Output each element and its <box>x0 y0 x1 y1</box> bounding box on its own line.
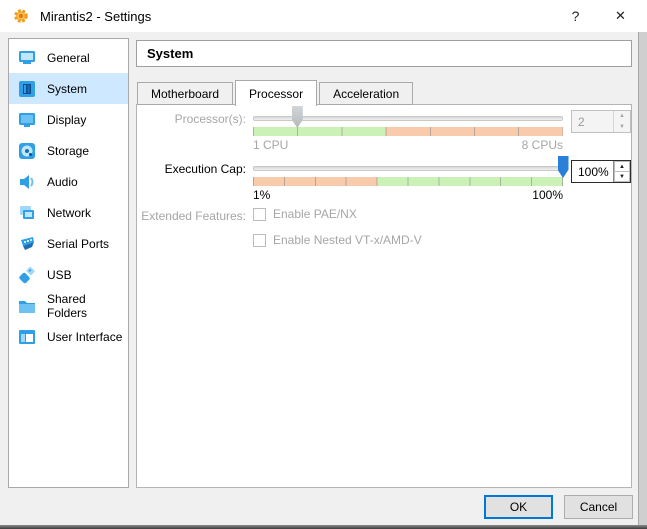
sidebar-item-serial-ports[interactable]: Serial Ports <box>9 228 128 259</box>
enable-pae-nx-row: Enable PAE/NX <box>253 207 357 221</box>
sidebar-item-network[interactable]: Network <box>9 197 128 228</box>
user-interface-icon <box>17 327 37 347</box>
sidebar-item-label: System <box>47 82 87 96</box>
execution-cap-range-green <box>377 177 563 186</box>
cancel-button[interactable]: Cancel <box>564 495 633 519</box>
system-icon <box>17 79 37 99</box>
execution-cap-label: Execution Cap: <box>137 162 246 176</box>
execution-cap-min-label: 1% <box>253 188 270 202</box>
sidebar-item-label: USB <box>47 268 72 282</box>
system-tabs: Motherboard Processor Acceleration <box>137 80 415 106</box>
settings-category-list: General System Display <box>8 38 129 488</box>
processors-label: Processor(s): <box>137 112 246 126</box>
execution-cap-slider-range <box>253 177 563 186</box>
close-button[interactable]: ✕ <box>598 0 643 32</box>
tab-acceleration[interactable]: Acceleration <box>319 82 413 105</box>
sidebar-item-label: Serial Ports <box>47 237 109 251</box>
execution-cap-value[interactable]: 100% <box>572 161 613 182</box>
sidebar-item-display[interactable]: Display <box>9 104 128 135</box>
execution-cap-max-label: 100% <box>532 188 563 202</box>
sidebar-item-usb[interactable]: USB <box>9 259 128 290</box>
enable-nested-vtx-label: Enable Nested VT-x/AMD-V <box>273 233 422 247</box>
page-title-box: System <box>136 40 632 67</box>
settings-dialog: Mirantis2 - Settings ? ✕ General System <box>0 0 647 529</box>
sidebar-item-label: General <box>47 51 90 65</box>
extended-features-label: Extended Features: <box>137 209 246 223</box>
processor-tab-panel: Processor(s): 1 CPU 8 CPUs 2 ▲ ▼ Executi… <box>136 104 632 488</box>
ok-button[interactable]: OK <box>484 495 553 519</box>
window-title: Mirantis2 - Settings <box>40 0 151 32</box>
serial-ports-icon <box>17 234 37 254</box>
sidebar-item-label: Display <box>47 113 86 127</box>
audio-icon <box>17 172 37 192</box>
tab-processor[interactable]: Processor <box>235 80 317 106</box>
general-icon <box>17 48 37 68</box>
tab-motherboard[interactable]: Motherboard <box>137 82 233 105</box>
execution-cap-spin-up-icon[interactable]: ▲ <box>614 161 630 171</box>
processors-spin-down-icon[interactable]: ▼ <box>614 122 630 133</box>
sidebar-item-shared-folders[interactable]: Shared Folders <box>9 290 128 321</box>
usb-icon <box>17 265 37 285</box>
processors-value[interactable]: 2 <box>572 111 613 132</box>
processors-spinbox: 2 ▲ ▼ <box>571 110 631 133</box>
page-title: System <box>147 46 193 61</box>
execution-cap-slider: 1% 100% <box>253 156 563 204</box>
enable-nested-vtx-checkbox[interactable] <box>253 234 266 247</box>
sidebar-item-label: Storage <box>47 144 89 158</box>
execution-cap-slider-groove <box>253 166 563 171</box>
processors-min-label: 1 CPU <box>253 138 288 152</box>
execution-cap-spin-down-icon[interactable]: ▼ <box>614 171 630 182</box>
titlebar: Mirantis2 - Settings ? ✕ <box>0 0 647 32</box>
sidebar-item-system[interactable]: System <box>9 73 128 104</box>
sidebar-item-user-interface[interactable]: User Interface <box>9 321 128 352</box>
sidebar-item-label: User Interface <box>47 330 122 344</box>
execution-cap-spinbox: 100% ▲ ▼ <box>571 160 631 183</box>
shared-folders-icon <box>17 296 37 316</box>
processors-slider: 1 CPU 8 CPUs <box>253 106 563 154</box>
sidebar-item-general[interactable]: General <box>9 42 128 73</box>
execution-cap-range-peach <box>253 177 377 186</box>
window-bottom-edge <box>0 525 647 529</box>
enable-pae-nx-label: Enable PAE/NX <box>273 207 357 221</box>
processors-slider-range <box>253 127 563 136</box>
sidebar-item-audio[interactable]: Audio <box>9 166 128 197</box>
enable-nested-vtx-row: Enable Nested VT-x/AMD-V <box>253 233 422 247</box>
execution-cap-slider-handle[interactable] <box>558 156 569 178</box>
network-icon <box>17 203 37 223</box>
processors-range-peach <box>386 127 563 136</box>
sidebar-item-storage[interactable]: Storage <box>9 135 128 166</box>
processors-spin-up-icon[interactable]: ▲ <box>614 111 630 122</box>
settings-gear-icon <box>13 8 29 24</box>
storage-icon <box>17 141 37 161</box>
window-edge-strip <box>638 32 647 525</box>
processors-range-green <box>253 127 386 136</box>
processors-slider-handle[interactable] <box>292 106 303 128</box>
enable-pae-nx-checkbox[interactable] <box>253 208 266 221</box>
sidebar-item-label: Audio <box>47 175 78 189</box>
display-icon <box>17 110 37 130</box>
help-button[interactable]: ? <box>553 0 598 32</box>
sidebar-item-label: Network <box>47 206 91 220</box>
processors-max-label: 8 CPUs <box>522 138 563 152</box>
sidebar-item-label: Shared Folders <box>47 292 128 320</box>
